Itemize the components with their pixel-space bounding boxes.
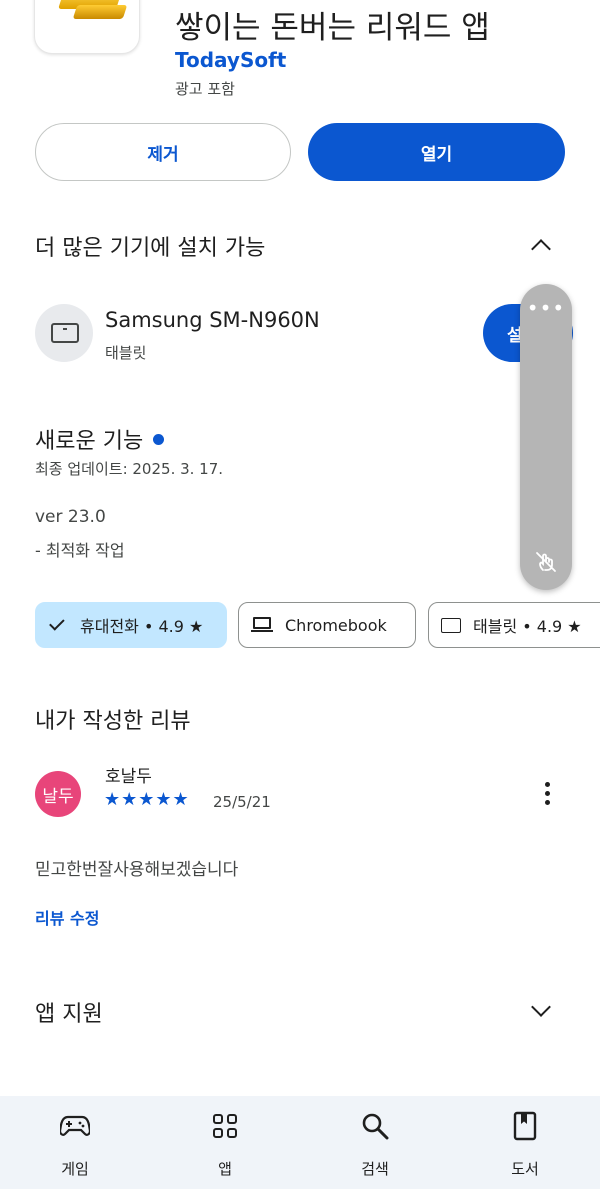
review-text: 믿고한번잘사용해보겠습니다 <box>35 860 239 880</box>
last-updated: 최종 업데이트: 2025. 3. 17. <box>35 460 224 478</box>
more-dots-icon[interactable]: ••• <box>520 296 572 320</box>
developer-link[interactable]: TodaySoft <box>175 48 286 72</box>
tablet-icon <box>35 304 93 362</box>
nav-apps[interactable]: 앱 <box>150 1096 300 1189</box>
chip-phone[interactable]: 휴대전화 • 4.9 ★ <box>35 602 227 648</box>
floating-side-panel[interactable]: ••• <box>520 284 572 590</box>
check-icon <box>49 615 65 631</box>
chip-tablet[interactable]: 태블릿 • 4.9 ★ <box>428 602 600 648</box>
touch-off-icon[interactable] <box>534 550 558 574</box>
book-icon <box>513 1111 537 1141</box>
gamepad-icon <box>60 1115 90 1136</box>
bottom-nav: 게임 앱 검색 도서 <box>0 1096 600 1189</box>
app-header: 쌓이는 돈버는 리워드 앱 TodaySoft 광고 포함 <box>0 0 600 110</box>
chip-tablet-label: 태블릿 • 4.9 ★ <box>473 617 582 636</box>
nav-search[interactable]: 검색 <box>300 1096 450 1189</box>
more-options-icon[interactable] <box>540 782 554 808</box>
review-date: 25/5/21 <box>213 793 271 811</box>
app-support-title: 앱 지원 <box>35 1002 103 1027</box>
nav-books[interactable]: 도서 <box>450 1096 600 1189</box>
more-devices-title: 더 많은 기기에 설치 가능 <box>35 236 266 261</box>
chevron-up-icon[interactable] <box>531 239 551 259</box>
new-indicator-dot <box>153 433 165 445</box>
chip-phone-label: 휴대전화 • 4.9 ★ <box>80 617 204 636</box>
nav-search-label: 검색 <box>361 1160 389 1178</box>
whats-new-label: 새로운 기능 <box>35 429 144 454</box>
nav-apps-label: 앱 <box>218 1160 232 1178</box>
ads-note: 광고 포함 <box>175 80 235 98</box>
device-type: 태블릿 <box>105 344 147 362</box>
apps-grid-icon <box>213 1114 237 1138</box>
open-button[interactable]: 열기 <box>308 123 565 181</box>
laptop-icon <box>251 617 273 633</box>
app-title: 쌓이는 돈버는 리워드 앱 <box>175 10 490 46</box>
search-icon <box>362 1113 389 1140</box>
avatar: 날두 <box>35 771 81 817</box>
uninstall-button[interactable]: 제거 <box>35 123 291 181</box>
edit-review-link[interactable]: 리뷰 수정 <box>35 905 99 929</box>
nav-books-label: 도서 <box>511 1160 539 1178</box>
version-text: ver 23.0 <box>35 507 106 527</box>
nav-games[interactable]: 게임 <box>0 1096 150 1189</box>
device-row: Samsung SM-N960N 태블릿 설 <box>35 304 600 364</box>
whats-new-title: 새로운 기능 <box>35 423 165 455</box>
chip-chromebook[interactable]: Chromebook <box>238 602 416 648</box>
version-note: - 최적화 작업 <box>35 541 125 560</box>
my-review-title: 내가 작성한 리뷰 <box>35 709 191 734</box>
gold-bars-icon <box>34 0 140 54</box>
star-rating: ★★★★★ <box>104 789 190 810</box>
chevron-down-icon[interactable] <box>531 997 551 1017</box>
chip-chromebook-label: Chromebook <box>285 615 387 635</box>
tablet-icon <box>441 617 461 633</box>
device-name: Samsung SM-N960N <box>105 308 320 332</box>
reviewer-name: 호날두 <box>105 767 152 787</box>
nav-games-label: 게임 <box>61 1160 89 1178</box>
